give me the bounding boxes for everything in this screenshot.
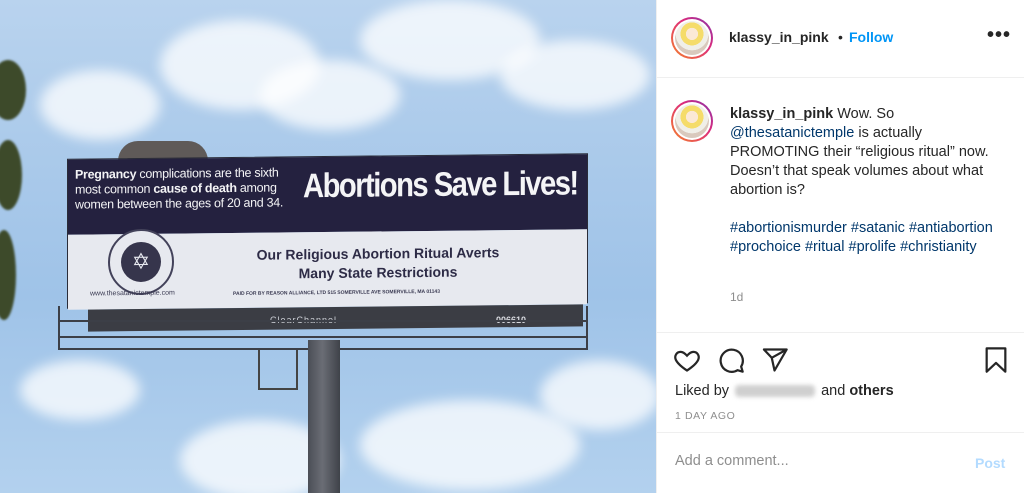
share-icon[interactable] [761, 346, 789, 374]
billboard-top-band: Pregnancy complications are the sixth mo… [68, 154, 587, 235]
satanic-temple-seal-icon: ✡ [108, 228, 174, 296]
cloud [540, 360, 656, 430]
post-caption: klassy_in_pink Wow. So @thesatanictemple… [657, 78, 1024, 333]
hashtag-list: #abortionismurder #satanic #antiabortion… [730, 219, 1015, 257]
billboard-body-text: Our Religious Abortion Ritual Averts Man… [256, 244, 500, 282]
follow-button[interactable]: Follow [849, 29, 893, 45]
comment-icon[interactable] [717, 346, 745, 374]
comment-box: Post [657, 433, 1024, 493]
hashtag-link[interactable]: #christianity [900, 239, 977, 255]
tree-foliage [0, 140, 22, 210]
tree-foliage [0, 230, 16, 320]
blurred-username [735, 385, 816, 398]
post-sidebar: klassy_in_pink • Follow ••• klassy_in_pi… [656, 0, 1024, 493]
avatar[interactable] [671, 17, 713, 59]
separator-dot: • [838, 29, 843, 45]
cloud [20, 360, 140, 420]
likes-others-link[interactable]: others [849, 383, 893, 399]
comment-input[interactable] [675, 453, 955, 469]
caption-username[interactable]: klassy_in_pink [730, 106, 833, 122]
post-button[interactable]: Post [975, 455, 1005, 471]
cloud [360, 400, 580, 490]
billboard-fact-text: Pregnancy complications are the sixth mo… [75, 165, 284, 212]
caption-timestamp[interactable]: 1d [730, 290, 743, 304]
tree-foliage [0, 60, 26, 120]
cloud [40, 70, 160, 140]
bookmark-icon[interactable] [982, 346, 1010, 374]
hashtag-link[interactable]: #satanic [851, 220, 905, 236]
post-photo[interactable]: Pregnancy complications are the sixth mo… [0, 0, 656, 493]
hashtag-link[interactable]: #abortionismurder [730, 220, 847, 236]
post-header: klassy_in_pink • Follow ••• [657, 0, 1024, 78]
hashtag-link[interactable]: #antiabortion [909, 220, 993, 236]
cloud [260, 60, 400, 130]
more-icon[interactable]: ••• [987, 24, 1011, 47]
caption-text: klassy_in_pink Wow. So @thesatanictemple… [730, 105, 1015, 257]
hashtag-link[interactable]: #prolife [849, 239, 897, 255]
likes-summary: Liked by and others [675, 383, 894, 399]
billboard-url: www.thesatanictemple.com [90, 289, 175, 298]
cloud [500, 40, 650, 110]
mention-link[interactable]: @thesatanictemple [730, 125, 854, 141]
billboard: Pregnancy complications are the sixth mo… [67, 153, 588, 310]
header-username[interactable]: klassy_in_pink [729, 29, 829, 45]
billboard-headline: Abortions Save Lives! [303, 164, 578, 206]
billboard-brace [258, 350, 298, 390]
billboard-pole [308, 340, 340, 493]
hashtag-link[interactable]: #ritual [805, 239, 845, 255]
avatar[interactable] [671, 100, 713, 142]
hashtag-link[interactable]: #prochoice [730, 239, 801, 255]
post-actions: Liked by and others 1 DAY AGO [657, 333, 1024, 433]
heart-icon[interactable] [673, 346, 701, 374]
post-date[interactable]: 1 DAY AGO [675, 410, 735, 422]
